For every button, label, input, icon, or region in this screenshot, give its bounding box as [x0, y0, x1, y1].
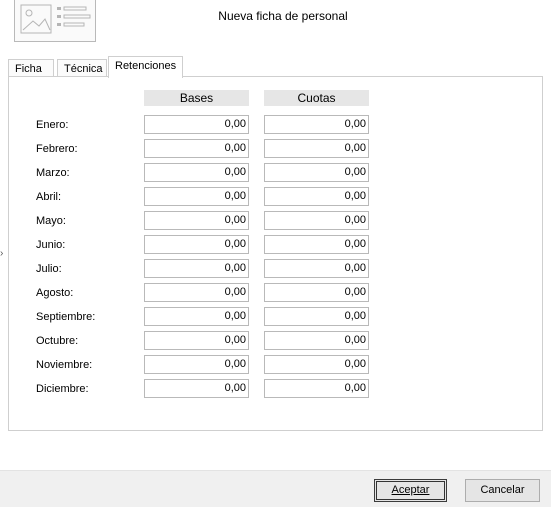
bases-column-header: Bases [144, 90, 249, 106]
chevron-right-icon[interactable]: › [0, 248, 3, 259]
tab-label: Técnica [64, 63, 103, 75]
base-input[interactable]: 0,00 [144, 355, 249, 374]
month-label: Abril: [36, 191, 62, 203]
cuota-input[interactable]: 0,00 [264, 163, 369, 182]
cancel-button-label: Cancelar [480, 484, 525, 496]
cuota-input[interactable]: 0,00 [264, 139, 369, 158]
base-input[interactable]: 0,00 [144, 283, 249, 302]
month-label: Noviembre: [36, 359, 93, 371]
cancel-button[interactable]: Cancelar [465, 479, 540, 502]
month-label: Septiembre: [36, 311, 96, 323]
month-label: Octubre: [36, 335, 79, 347]
month-label: Mayo: [36, 215, 66, 227]
month-label: Junio: [36, 239, 66, 251]
tab-label: Retenciones [115, 60, 177, 72]
month-label: Febrero: [36, 143, 78, 155]
cuota-input[interactable]: 0,00 [264, 187, 369, 206]
base-input[interactable]: 0,00 [144, 235, 249, 254]
tab-label: Ficha [15, 63, 42, 75]
cuota-input[interactable]: 0,00 [264, 331, 369, 350]
cuota-input[interactable]: 0,00 [264, 379, 369, 398]
base-input[interactable]: 0,00 [144, 163, 249, 182]
cuota-input[interactable]: 0,00 [264, 211, 369, 230]
month-label: Marzo: [36, 167, 70, 179]
tab-tecnica[interactable]: Técnica [57, 59, 107, 77]
cuota-input[interactable]: 0,00 [264, 283, 369, 302]
base-input[interactable]: 0,00 [144, 259, 249, 278]
base-input[interactable]: 0,00 [144, 331, 249, 350]
month-label: Diciembre: [36, 383, 89, 395]
base-input[interactable]: 0,00 [144, 187, 249, 206]
cuota-input[interactable]: 0,00 [264, 355, 369, 374]
cuota-input[interactable]: 0,00 [264, 235, 369, 254]
cuotas-column-header: Cuotas [264, 90, 369, 106]
accept-button-label: Aceptar [391, 484, 430, 496]
window-title: Nueva ficha de personal [218, 9, 348, 23]
month-label: Agosto: [36, 287, 74, 299]
cuota-input[interactable]: 0,00 [264, 115, 369, 134]
month-label: Julio: [36, 263, 62, 275]
cuota-input[interactable]: 0,00 [264, 259, 369, 278]
month-label: Enero: [36, 119, 69, 131]
tab-ficha[interactable]: Ficha [8, 59, 54, 77]
base-input[interactable]: 0,00 [144, 115, 249, 134]
cuota-input[interactable]: 0,00 [264, 307, 369, 326]
base-input[interactable]: 0,00 [144, 379, 249, 398]
accept-button[interactable]: Aceptar [374, 479, 447, 502]
base-input[interactable]: 0,00 [144, 211, 249, 230]
base-input[interactable]: 0,00 [144, 139, 249, 158]
base-input[interactable]: 0,00 [144, 307, 249, 326]
tab-retenciones[interactable]: Retenciones [108, 56, 183, 78]
